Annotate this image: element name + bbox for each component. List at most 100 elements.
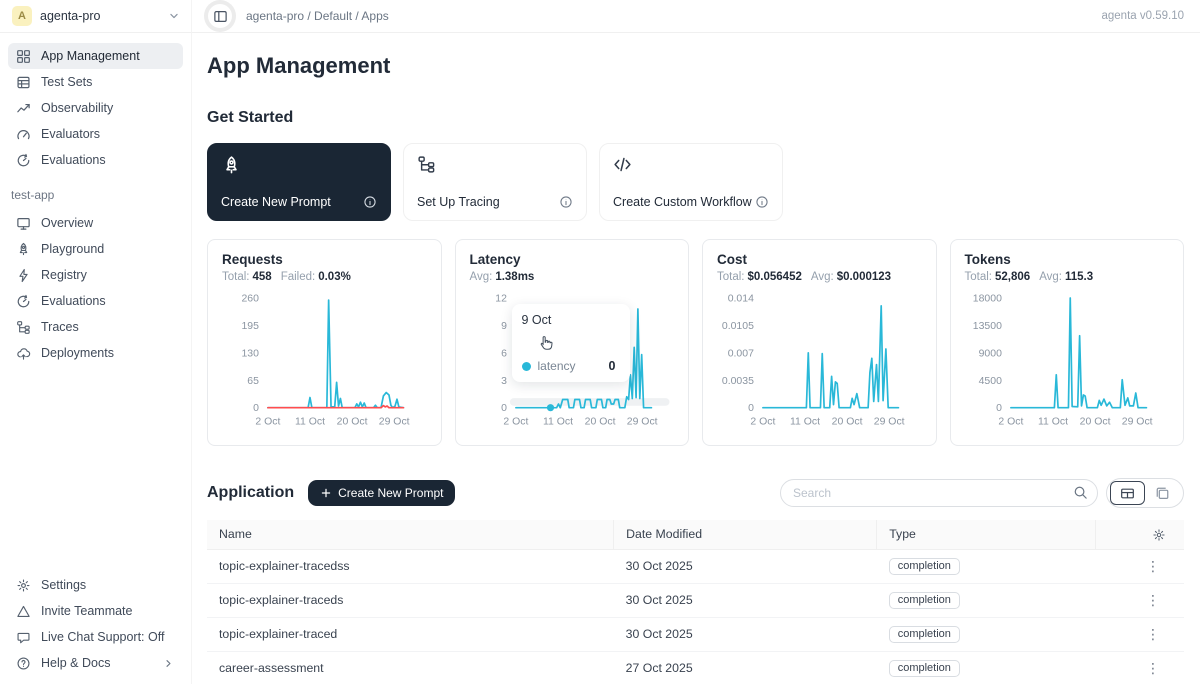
mini-line-chart[interactable]: 0651301952602 Oct11 Oct20 Oct29 Oct [222,288,427,440]
kebab-menu-icon[interactable]: ⋮ [1142,592,1164,608]
workspace-name: agenta-pro [40,9,100,23]
search-box [780,479,1098,507]
mini-line-chart[interactable]: 00.00350.0070.01050.0142 Oct11 Oct20 Oct… [717,288,922,440]
applications-table: Name Date Modified Type topic-explainer-… [207,520,1184,684]
table-row[interactable]: topic-explainer-traced 30 Oct 2025 compl… [207,617,1184,651]
panel-collapse-icon [213,9,228,24]
sidebar-item-invite-teammate[interactable]: Invite Teammate [8,598,183,624]
card-label: Create New Prompt [221,195,331,209]
type-badge: completion [889,558,960,575]
rocket-icon [221,155,242,176]
search-icon[interactable] [1073,485,1088,500]
grid-icon [16,49,31,64]
sidebar-item-help-docs[interactable]: Help & Docs [8,650,183,676]
info-icon[interactable] [559,195,573,209]
svg-text:260: 260 [241,293,259,304]
sidebar-item-overview[interactable]: Overview [8,210,183,236]
svg-text:11 Oct: 11 Oct [1037,417,1067,428]
svg-text:18000: 18000 [972,293,1001,304]
sidebar-item-settings[interactable]: Settings [8,572,183,598]
traces-icon [417,155,436,174]
svg-text:11 Oct: 11 Oct [790,417,820,428]
type-cell: completion [877,549,1096,583]
sidebar-item-deployments[interactable]: Deployments [8,340,183,366]
app-name-cell: topic-explainer-traceds [207,583,614,617]
type-cell: completion [877,651,1096,684]
svg-text:195: 195 [241,321,259,332]
column-settings-gear-icon[interactable] [1152,528,1166,542]
table-view-button[interactable] [1110,481,1145,505]
kebab-menu-icon[interactable]: ⋮ [1142,558,1164,574]
get-started-card-create-custom-workflow[interactable]: Create Custom Workflow [599,143,783,221]
card-view-button[interactable] [1145,481,1180,505]
svg-text:29 Oct: 29 Oct [379,417,410,428]
sidebar-item-observability[interactable]: Observability [8,95,183,121]
workspace-selector[interactable]: A agenta-pro [0,0,192,33]
search-input[interactable] [780,479,1098,507]
svg-text:9000: 9000 [978,348,1001,359]
type-cell: completion [877,617,1096,651]
metric-title: Tokens [965,252,1170,267]
metric-stats: Total:458Failed:0.03% [222,271,427,283]
view-toggle [1106,478,1184,508]
app-name-cell: career-assessment [207,651,614,684]
column-header-date-modified: Date Modified [614,520,877,549]
svg-text:0: 0 [996,403,1002,414]
svg-text:29 Oct: 29 Oct [626,417,657,428]
sidebar-item-live-chat-support-off[interactable]: Live Chat Support: Off [8,624,183,650]
rocket-icon [16,242,31,257]
tooltip-date: 9 Oct [522,313,620,327]
svg-text:29 Oct: 29 Oct [1121,417,1152,428]
svg-text:20 Oct: 20 Oct [1079,417,1110,428]
mini-line-chart[interactable]: 04500900013500180002 Oct11 Oct20 Oct29 O… [965,288,1170,440]
gear-icon [16,578,31,593]
sidebar-item-evaluators[interactable]: Evaluators [8,121,183,147]
kebab-menu-icon[interactable]: ⋮ [1142,626,1164,642]
sidebar-item-test-sets[interactable]: Test Sets [8,69,183,95]
tooltip-series-row: latency0 [522,359,620,373]
table-view-icon [1120,486,1135,501]
breadcrumb[interactable]: agenta-pro / Default / Apps [246,9,389,23]
date-modified-cell: 30 Oct 2025 [614,583,877,617]
sidebar-item-evaluations[interactable]: Evaluations [8,288,183,314]
type-badge: completion [889,592,960,609]
top-bar: agenta-pro / Default / Apps agenta v0.59… [192,0,1200,33]
svg-text:29 Oct: 29 Oct [874,417,905,428]
code-icon [613,155,632,174]
app-name-cell: topic-explainer-traced [207,617,614,651]
metric-title: Requests [222,252,427,267]
applications-title: Application [207,484,294,502]
sidebar-item-evaluations[interactable]: Evaluations [8,147,183,173]
svg-text:0.014: 0.014 [728,293,754,304]
sidebar-collapse-button[interactable] [208,4,232,28]
table-row[interactable]: topic-explainer-tracedss 30 Oct 2025 com… [207,549,1184,583]
sidebar-item-registry[interactable]: Registry [8,262,183,288]
card-view-icon [1155,486,1170,501]
svg-text:0.007: 0.007 [728,348,754,359]
sidebar-item-app-management[interactable]: App Management [8,43,183,69]
traces-icon [16,320,31,335]
table-row[interactable]: topic-explainer-traceds 30 Oct 2025 comp… [207,583,1184,617]
table-row[interactable]: career-assessment 27 Oct 2025 completion… [207,651,1184,684]
sidebar-item-playground[interactable]: Playground [8,236,183,262]
sidebar-item-traces[interactable]: Traces [8,314,183,340]
svg-text:2 Oct: 2 Oct [255,417,280,428]
metric-stats: Avg:1.38ms [470,271,675,283]
chat-icon [16,630,31,645]
info-icon[interactable] [755,195,769,209]
get-started-card-set-up-tracing[interactable]: Set Up Tracing [403,143,587,221]
chevron-down-icon [167,9,181,23]
metrics-row: Requests Total:458Failed:0.03% 065130195… [207,239,1184,446]
sidebar: App Management Test Sets Observability E… [0,33,192,684]
main-content: App Management Get Started Create New Pr… [192,33,1200,684]
monitor-icon [16,216,31,231]
svg-text:4500: 4500 [978,376,1001,387]
info-icon[interactable] [363,195,377,209]
metric-stats: Total:52,806Avg:115.3 [965,271,1170,283]
get-started-card-create-new-prompt[interactable]: Create New Prompt [207,143,391,221]
type-badge: completion [889,626,960,643]
kebab-menu-icon[interactable]: ⋮ [1142,660,1164,676]
metric-title: Latency [470,252,675,267]
date-modified-cell: 30 Oct 2025 [614,617,877,651]
create-new-prompt-button[interactable]: Create New Prompt [308,480,455,506]
